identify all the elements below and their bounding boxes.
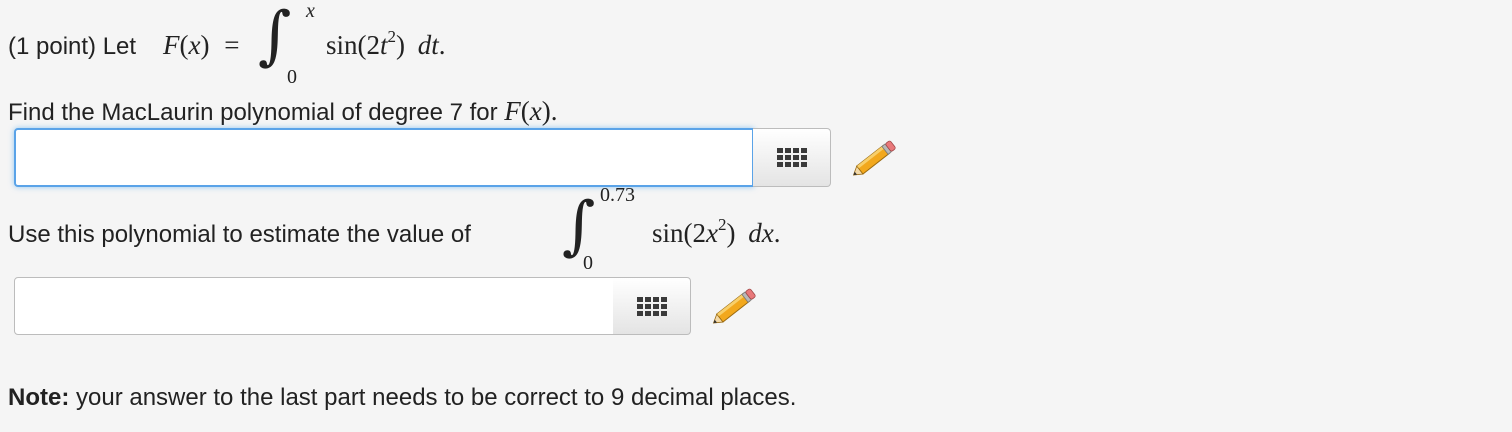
integral-sign: ∫	[258, 0, 292, 73]
pencil-icon[interactable]	[708, 286, 760, 328]
answer-input-polynomial[interactable]	[14, 128, 754, 187]
function-variable: x	[188, 30, 201, 60]
function-name: F	[163, 30, 180, 60]
equals-sign: =	[224, 30, 240, 60]
integral-sign-2: ∫	[562, 189, 596, 263]
answer-input-estimate[interactable]	[14, 277, 614, 335]
integrand-2: sin(2x2) dx.	[652, 215, 781, 248]
equation-palette-button-1[interactable]	[753, 128, 831, 187]
integral-lower-limit: 0	[287, 66, 297, 88]
equation-palette-button-2[interactable]	[613, 277, 691, 335]
note-text: your answer to the last part needs to be…	[76, 384, 797, 411]
part1-prompt: Find the MacLaurin polynomial of degree …	[8, 96, 558, 126]
equation-palette-icon	[776, 148, 807, 167]
integral-lower-limit-2: 0	[583, 252, 593, 274]
note: Note: your answer to the last part needs…	[8, 384, 796, 412]
integrand: sin(2t2) dt.	[326, 27, 446, 60]
integral-upper-limit: x	[306, 0, 315, 22]
pencil-icon[interactable]	[848, 138, 900, 180]
differential-2: dx	[748, 218, 774, 248]
differential: dt	[417, 30, 439, 60]
part1-function: F(x).	[504, 96, 558, 126]
note-label: Note:	[8, 384, 70, 411]
function-definition: F(x) =	[163, 30, 240, 60]
equation-palette-icon	[636, 296, 667, 316]
problem-intro: (1 point) Let	[8, 33, 137, 60]
part2-prompt: Use this polynomial to estimate the valu…	[8, 221, 471, 248]
integral-upper-limit-2: 0.73	[600, 184, 635, 206]
